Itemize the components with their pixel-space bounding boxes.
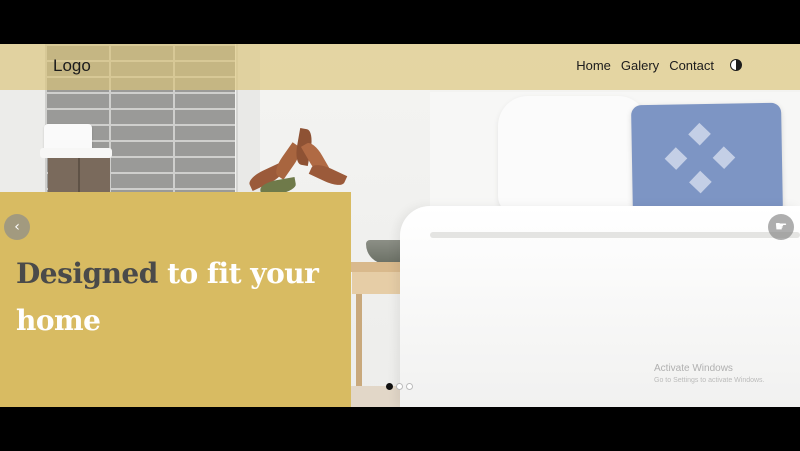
main-nav: Home Galery Contact: [576, 58, 714, 73]
slide-indicators: [386, 383, 413, 390]
hero-text-panel: Designed to fit your home: [0, 192, 351, 407]
slide-dot-2[interactable]: [396, 383, 403, 390]
slide-dot-1[interactable]: [386, 383, 393, 390]
site-header: Logo Home Galery Contact: [0, 44, 800, 90]
sink-counter: [40, 148, 112, 158]
prev-slide-button[interactable]: ‹: [4, 214, 30, 240]
nav-galery[interactable]: Galery: [621, 58, 659, 73]
nav-home[interactable]: Home: [576, 58, 611, 73]
activate-windows-title: Activate Windows: [654, 363, 733, 374]
theme-toggle-icon[interactable]: [730, 59, 742, 71]
hero-headline: Designed to fit your home: [16, 250, 336, 344]
chevron-left-icon: ‹: [14, 219, 20, 235]
hero-slider: Logo Home Galery Contact Designed to fit…: [0, 44, 800, 407]
headline-highlight: Designed: [16, 257, 158, 290]
logo[interactable]: Logo: [53, 56, 91, 76]
plant: [240, 128, 350, 198]
next-slide-button[interactable]: ☛: [768, 214, 794, 240]
nav-contact[interactable]: Contact: [669, 58, 714, 73]
hand-pointer-icon: ☛: [774, 219, 788, 235]
blue-pillow: [631, 102, 783, 218]
slide-dot-3[interactable]: [406, 383, 413, 390]
activate-windows-subtitle: Go to Settings to activate Windows.: [654, 377, 765, 384]
vanity-cabinet: [48, 158, 110, 194]
sink-basin: [44, 124, 92, 150]
white-pillow: [498, 96, 648, 216]
duvet-fold: [430, 232, 800, 238]
